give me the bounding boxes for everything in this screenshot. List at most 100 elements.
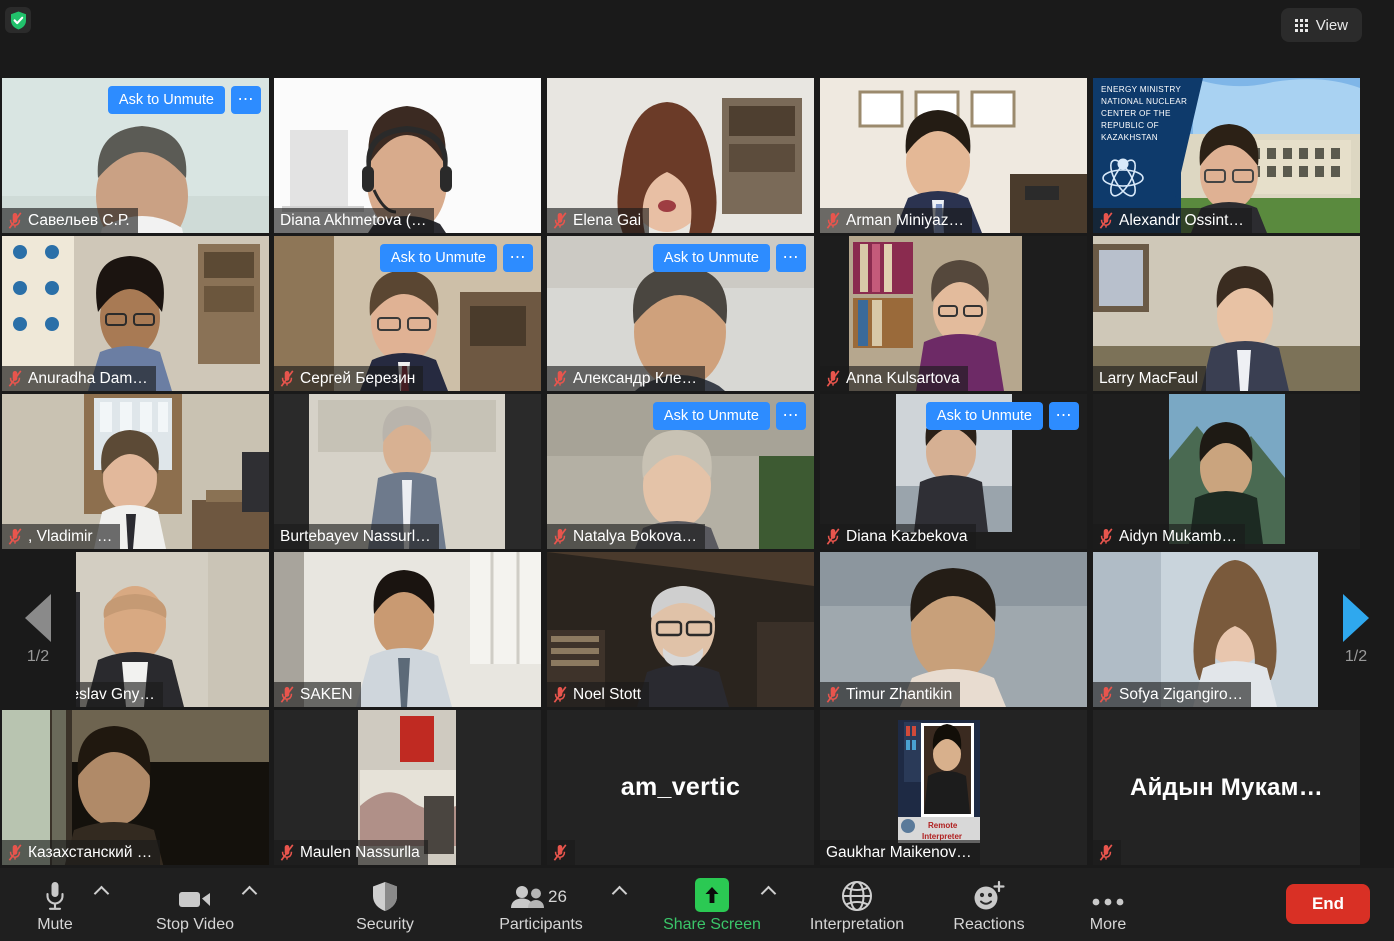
gallery-row: Vyacheslav Gny… SAKEN Noel Stott Timur Z…: [0, 552, 1394, 709]
more-options-button[interactable]: ⋯: [1049, 402, 1079, 430]
participant-controls: Ask to Unmute ⋯: [652, 402, 806, 430]
muted-mic-icon: [826, 212, 840, 229]
muted-mic-icon: [8, 370, 22, 387]
ask-to-unmute-button[interactable]: Ask to Unmute: [652, 244, 770, 272]
ask-to-unmute-button[interactable]: Ask to Unmute: [925, 402, 1043, 430]
muted-mic-icon: [553, 370, 567, 387]
participants-options-caret-icon[interactable]: [614, 888, 625, 899]
audio-options-caret-icon[interactable]: [96, 888, 107, 899]
participant-name-bar: Diana Kazbekova: [820, 524, 976, 549]
participant-tile[interactable]: am_vertic: [547, 710, 814, 865]
participant-tile-active-speaker[interactable]: Diana Akhmetova (…: [274, 78, 541, 233]
participant-tile[interactable]: Remote Interpreter Gaukhar Maikenov…: [820, 710, 1087, 865]
share-options-caret-icon[interactable]: [763, 888, 774, 899]
participant-tile[interactable]: Elena Gai: [547, 78, 814, 233]
participant-name-bar: Diana Akhmetova (…: [274, 208, 435, 233]
participant-tile[interactable]: Ask to Unmute ⋯ Савельев С.Р.: [2, 78, 269, 233]
participant-controls: Ask to Unmute ⋯: [107, 86, 261, 114]
stop-video-label: Stop Video: [156, 916, 234, 933]
participant-tile[interactable]: Noel Stott: [547, 552, 814, 707]
participant-name: Anuradha Dam…: [28, 370, 148, 387]
participant-tile[interactable]: Айдын Мукам…: [1093, 710, 1360, 865]
muted-mic-icon: [553, 212, 567, 229]
ask-to-unmute-button[interactable]: Ask to Unmute: [379, 244, 497, 272]
more-options-button[interactable]: ⋯: [776, 402, 806, 430]
view-button[interactable]: View: [1280, 8, 1362, 42]
participant-name: Larry MacFaul: [1099, 370, 1199, 387]
participant-tile[interactable]: ENERGY MINISTRY NATIONAL NUCLEAR CENTER …: [1093, 78, 1360, 233]
video-options-caret-icon[interactable]: [244, 888, 255, 899]
reactions-button[interactable]: Reactions: [934, 874, 1044, 934]
share-up-arrow-icon: [695, 874, 729, 912]
muted-mic-icon: [1099, 528, 1113, 545]
participant-tile[interactable]: Ask to Unmute ⋯ Сергей Березин: [274, 236, 541, 391]
gallery-row: Ask to Unmute ⋯ Савельев С.Р. Diana Akhm…: [0, 78, 1394, 235]
participant-tile[interactable]: Ask to Unmute ⋯ Александр Кле…: [547, 236, 814, 391]
participant-display-name: am_vertic: [620, 773, 741, 801]
share-screen-label: Share Screen: [663, 916, 761, 933]
participant-tile[interactable]: Anuradha Dam…: [2, 236, 269, 391]
participant-name-bar: Казахстанский …: [2, 840, 161, 865]
participant-name-bar: Burtebayev Nassurl…: [274, 524, 439, 549]
more-options-button[interactable]: ⋯: [776, 244, 806, 272]
participant-tile[interactable]: Ask to Unmute ⋯ Natalya Bokova…: [547, 394, 814, 549]
participant-gallery: Ask to Unmute ⋯ Савельев С.Р. Diana Akhm…: [0, 78, 1394, 868]
participant-name-bar: Maulen Nassurlla: [274, 840, 428, 865]
participant-name-bar: Natalya Bokova…: [547, 524, 706, 549]
participant-controls: Ask to Unmute ⋯: [925, 402, 1079, 430]
grid-view-icon: [1294, 18, 1308, 32]
stop-video-button[interactable]: Stop Video: [140, 874, 250, 934]
muted-mic-icon: [553, 686, 567, 703]
participant-name-bar: [547, 840, 575, 865]
participant-tile[interactable]: , Vladimir …: [2, 394, 269, 549]
participant-name: Сергей Березин: [300, 370, 416, 387]
people-icon: 26: [510, 874, 572, 912]
svg-text:REPUBLIC OF: REPUBLIC OF: [1101, 121, 1159, 130]
participant-tile[interactable]: Arman Miniyaz…: [820, 78, 1087, 233]
participant-name: Александр Кле…: [573, 370, 698, 387]
participant-tile[interactable]: Aidyn Mukamb…: [1093, 394, 1360, 549]
participant-tile[interactable]: Timur Zhantikin: [820, 552, 1087, 707]
muted-mic-icon: [1099, 212, 1113, 229]
svg-text:Remote: Remote: [928, 821, 958, 830]
participant-name: Sofya Zigangiro…: [1119, 686, 1244, 703]
encryption-shield-icon[interactable]: [5, 7, 31, 33]
participant-name: SAKEN: [300, 686, 353, 703]
participant-name-bar: Сергей Березин: [274, 366, 424, 391]
next-page-button[interactable]: 1/2: [1318, 552, 1394, 707]
more-options-button[interactable]: ⋯: [231, 86, 261, 114]
participant-tile[interactable]: Maulen Nassurlla: [274, 710, 541, 865]
interpretation-button[interactable]: Interpretation: [802, 874, 912, 934]
ask-to-unmute-button[interactable]: Ask to Unmute: [652, 402, 770, 430]
shield-icon: [372, 874, 398, 912]
participant-name-bar: Савельев С.Р.: [2, 208, 138, 233]
svg-text:ENERGY MINISTRY: ENERGY MINISTRY: [1101, 85, 1181, 94]
participant-name-bar: Timur Zhantikin: [820, 682, 961, 707]
gallery-row: Казахстанский … Maulen Nassurlla am_vert…: [0, 710, 1394, 868]
participants-button[interactable]: 26 Participants: [486, 874, 596, 934]
participant-tile[interactable]: Burtebayev Nassurl…: [274, 394, 541, 549]
interpretation-label: Interpretation: [809, 916, 905, 933]
participant-name: Noel Stott: [573, 686, 642, 703]
participant-name: Alexandr Ossint…: [1119, 212, 1244, 229]
participant-name: Burtebayev Nassurl…: [280, 528, 431, 545]
end-meeting-button[interactable]: End: [1286, 884, 1370, 924]
reactions-label: Reactions: [953, 916, 1025, 933]
share-screen-button[interactable]: Share Screen: [657, 874, 767, 934]
participant-name-bar: Elena Gai: [547, 208, 650, 233]
participant-tile[interactable]: Larry MacFaul: [1093, 236, 1360, 391]
security-button[interactable]: Security: [330, 874, 440, 934]
gallery-row: , Vladimir … Burtebayev Nassurl… Ask to …: [0, 394, 1394, 551]
mute-button[interactable]: Mute: [0, 874, 110, 934]
participant-name: Казахстанский …: [28, 844, 153, 861]
participant-name: Timur Zhantikin: [846, 686, 953, 703]
participant-tile[interactable]: Ask to Unmute ⋯ Diana Kazbekova: [820, 394, 1087, 549]
more-options-button[interactable]: ⋯: [503, 244, 533, 272]
more-button[interactable]: More: [1053, 874, 1163, 934]
participant-tile[interactable]: SAKEN: [274, 552, 541, 707]
participant-tile[interactable]: Anna Kulsartova: [820, 236, 1087, 391]
participant-tile[interactable]: Казахстанский …: [2, 710, 269, 865]
muted-mic-icon: [826, 370, 840, 387]
ask-to-unmute-button[interactable]: Ask to Unmute: [107, 86, 225, 114]
previous-page-button[interactable]: 1/2: [0, 552, 76, 707]
